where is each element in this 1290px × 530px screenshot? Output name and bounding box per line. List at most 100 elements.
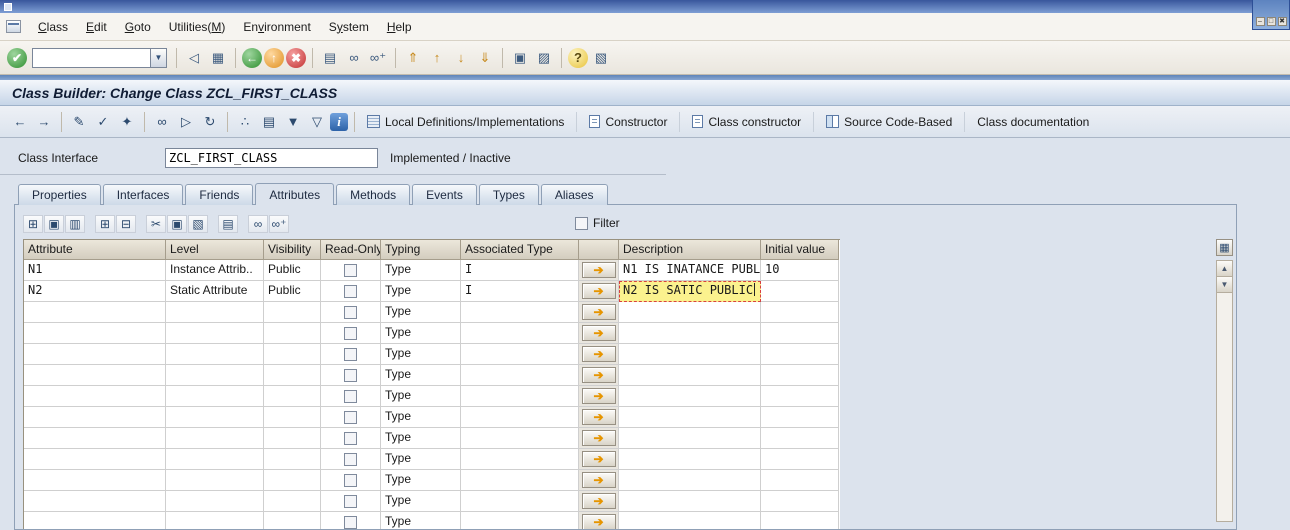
attribute-cell[interactable] (24, 365, 166, 386)
constructor-button[interactable]: Constructor (582, 113, 674, 131)
find-next-icon[interactable]: ∞⁺ (367, 47, 389, 69)
class-interface-input[interactable] (165, 148, 378, 168)
typing-cell[interactable]: Type (381, 470, 461, 491)
visibility-cell[interactable] (264, 470, 321, 491)
info-icon[interactable]: i (330, 112, 348, 131)
read-only-checkbox[interactable] (344, 347, 357, 361)
associated-type-cell[interactable]: I (461, 260, 579, 281)
command-dropdown-icon[interactable]: ▼ (150, 47, 167, 68)
typing-cell[interactable]: Type (381, 365, 461, 386)
activate-icon[interactable]: ✦ (116, 112, 138, 132)
new-session-icon[interactable]: ▣ (509, 47, 531, 69)
layout-menu-icon[interactable]: ▧ (590, 47, 612, 69)
initial-value-cell[interactable] (761, 449, 839, 470)
level-cell[interactable] (166, 470, 264, 491)
attribute-cell[interactable]: N1 (24, 260, 166, 281)
attribute-cell[interactable] (24, 302, 166, 323)
refresh-icon[interactable]: ↻ (199, 112, 221, 132)
level-cell[interactable] (166, 302, 264, 323)
tab-methods[interactable]: Methods (336, 184, 411, 205)
detail-arrow-button[interactable]: ➔ (581, 472, 616, 488)
detail-arrow-button[interactable]: ➔ (581, 388, 616, 404)
menu-class[interactable]: Class (29, 16, 77, 38)
associated-type-cell[interactable] (461, 386, 579, 407)
level-cell[interactable] (166, 323, 264, 344)
description-cell[interactable] (619, 512, 761, 529)
description-cell[interactable] (619, 449, 761, 470)
initial-value-cell[interactable] (761, 428, 839, 449)
typing-cell[interactable]: Type (381, 302, 461, 323)
append-row-icon[interactable]: ⊞ (23, 215, 43, 233)
insert-row-icon[interactable]: ⊞ (95, 215, 115, 233)
class-constructor-button[interactable]: Class constructor (685, 113, 808, 131)
read-only-checkbox[interactable] (344, 410, 357, 424)
detail-arrow-button[interactable]: ➔ (581, 325, 616, 341)
typing-cell[interactable]: Type (381, 386, 461, 407)
menu-help[interactable]: Help (378, 16, 421, 38)
typing-cell[interactable]: Type (381, 281, 461, 302)
back-arrow-icon[interactable]: ◁ (183, 47, 205, 69)
column-header-detail[interactable] (579, 240, 619, 260)
detail-arrow-button[interactable]: ➔ (581, 262, 616, 278)
description-cell[interactable] (619, 386, 761, 407)
forward-icon[interactable]: → (33, 112, 55, 132)
level-cell[interactable] (166, 491, 264, 512)
level-cell[interactable] (166, 365, 264, 386)
read-only-checkbox[interactable] (344, 305, 357, 319)
read-only-checkbox[interactable] (344, 326, 357, 340)
column-header-associated-type[interactable]: Associated Type (461, 240, 579, 260)
visibility-cell[interactable] (264, 407, 321, 428)
attribute-cell[interactable] (24, 344, 166, 365)
visibility-cell[interactable] (264, 302, 321, 323)
level-cell[interactable] (166, 344, 264, 365)
class-hierarchy-icon[interactable]: ∴ (234, 112, 256, 132)
print-icon[interactable]: ▤ (319, 47, 341, 69)
associated-type-cell[interactable] (461, 512, 579, 529)
read-only-checkbox[interactable] (344, 473, 357, 487)
level-cell[interactable] (166, 386, 264, 407)
save-icon[interactable]: ▦ (207, 47, 229, 69)
initial-value-cell[interactable]: 10 (761, 260, 839, 281)
read-only-checkbox[interactable] (344, 368, 357, 382)
attribute-cell[interactable] (24, 491, 166, 512)
column-header-attribute[interactable]: Attribute (24, 240, 166, 260)
typing-cell[interactable]: Type (381, 428, 461, 449)
menu-edit[interactable]: Edit (77, 16, 116, 38)
last-page-icon[interactable]: ⇓ (474, 47, 496, 69)
column-header-visibility[interactable]: Visibility (264, 240, 321, 260)
level-cell[interactable] (166, 512, 264, 529)
initial-value-cell[interactable] (761, 365, 839, 386)
description-cell[interactable] (619, 365, 761, 386)
sort-icon[interactable]: ▼ (282, 112, 304, 132)
initial-value-cell[interactable] (761, 386, 839, 407)
tab-properties[interactable]: Properties (18, 184, 101, 205)
level-cell[interactable] (166, 449, 264, 470)
visibility-cell[interactable] (264, 365, 321, 386)
scroll-up-icon[interactable]: ▲ (1217, 261, 1232, 277)
typing-cell[interactable]: Type (381, 323, 461, 344)
visibility-cell[interactable] (264, 323, 321, 344)
attribute-cell[interactable] (24, 407, 166, 428)
command-input[interactable] (32, 47, 150, 68)
menu-utilities-m[interactable]: Utilities(M) (160, 16, 235, 38)
column-header-initial-value[interactable]: Initial value (761, 240, 839, 260)
level-cell[interactable] (166, 428, 264, 449)
filter-checkbox[interactable] (575, 216, 588, 230)
test-icon[interactable]: ▷ (175, 112, 197, 132)
detail-arrow-button[interactable]: ➔ (581, 283, 616, 299)
visibility-cell[interactable] (264, 428, 321, 449)
attribute-cell[interactable] (24, 323, 166, 344)
filter-icon[interactable]: ▽ (306, 112, 328, 132)
print-icon[interactable]: ▤ (218, 215, 238, 233)
column-header-read-only[interactable]: Read-Only (321, 240, 381, 260)
associated-type-cell[interactable] (461, 449, 579, 470)
attribute-cell[interactable] (24, 512, 166, 529)
attribute-cell[interactable]: N2 (24, 281, 166, 302)
read-only-checkbox[interactable] (344, 494, 357, 508)
display-change-icon[interactable]: ✎ (68, 112, 90, 132)
detail-arrow-button[interactable]: ➔ (581, 430, 616, 446)
associated-type-cell[interactable] (461, 407, 579, 428)
back-icon[interactable]: ← (9, 112, 31, 132)
associated-type-cell[interactable] (461, 428, 579, 449)
help-icon[interactable]: ? (568, 47, 588, 68)
